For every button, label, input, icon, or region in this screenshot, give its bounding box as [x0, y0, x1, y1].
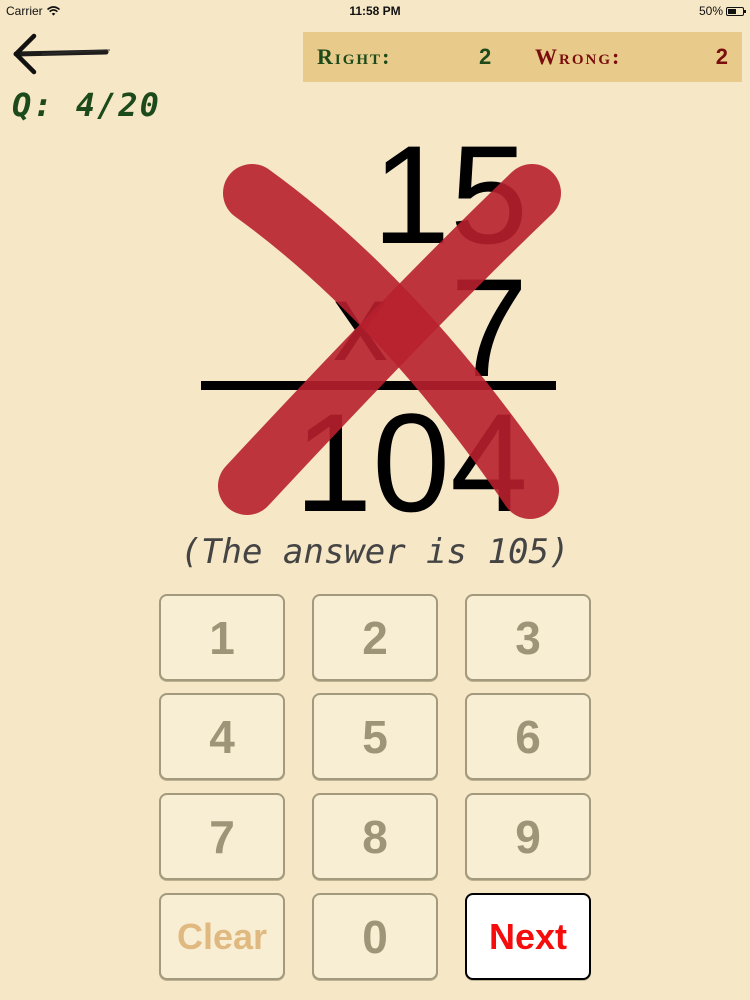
key-0[interactable]: 0	[312, 893, 438, 980]
key-9[interactable]: 9	[465, 793, 591, 880]
key-5[interactable]: 5	[312, 693, 438, 780]
key-1[interactable]: 1	[159, 594, 285, 681]
next-button[interactable]: Next	[465, 893, 591, 980]
key-6[interactable]: 6	[465, 693, 591, 780]
clear-button[interactable]: Clear	[159, 893, 285, 980]
operator: x	[333, 261, 388, 384]
key-7[interactable]: 7	[159, 793, 285, 880]
key-2[interactable]: 2	[312, 594, 438, 681]
correct-answer-hint: (The answer is 105)	[180, 532, 570, 572]
key-3[interactable]: 3	[465, 594, 591, 681]
key-4[interactable]: 4	[159, 693, 285, 780]
key-8[interactable]: 8	[312, 793, 438, 880]
user-answer: 104	[294, 384, 528, 541]
bottom-operand: 7	[450, 249, 528, 406]
math-problem: 15 x 7 104	[0, 0, 750, 540]
top-operand: 15	[372, 116, 528, 273]
